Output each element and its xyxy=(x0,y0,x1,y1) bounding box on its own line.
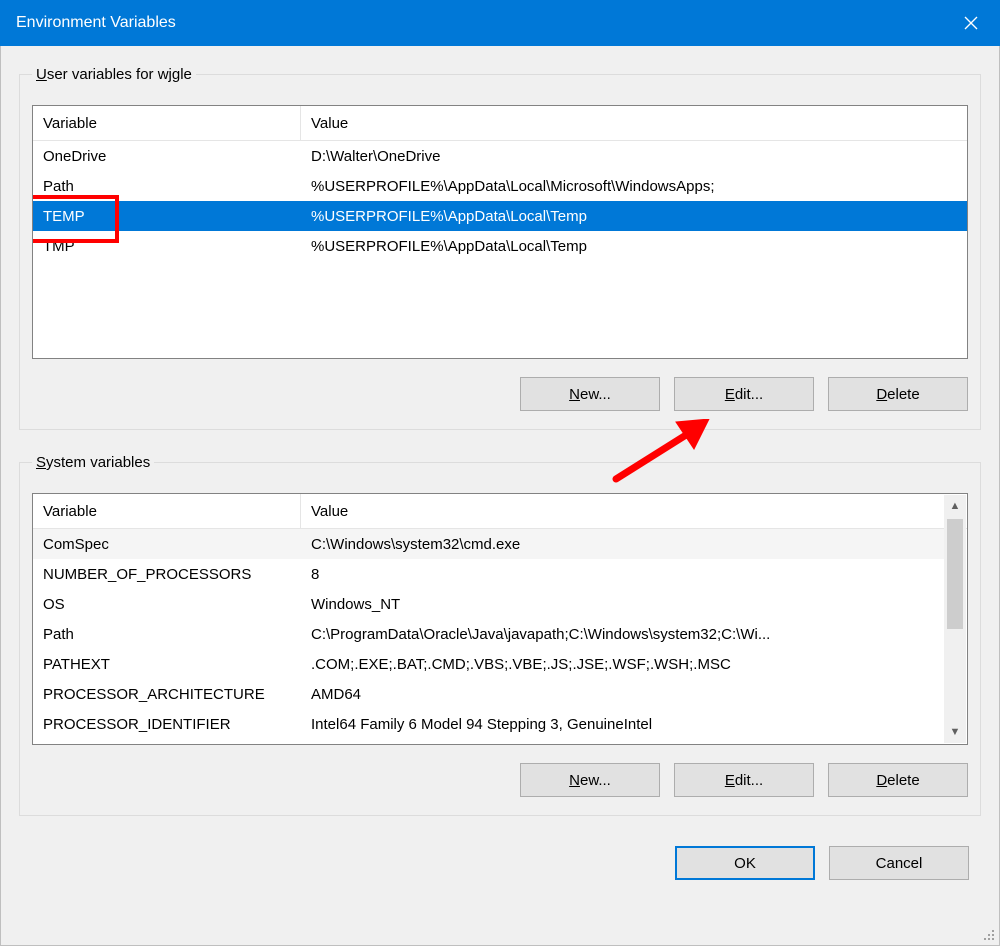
system-delete-button[interactable]: Delete xyxy=(828,763,968,797)
system-table-row[interactable]: PATHEXT.COM;.EXE;.BAT;.CMD;.VBS;.VBE;.JS… xyxy=(33,649,945,679)
system-row-variable: PROCESSOR_ARCHITECTURE xyxy=(33,686,301,703)
user-list-header: Variable Value xyxy=(33,106,967,141)
user-delete-button[interactable]: Delete xyxy=(828,377,968,411)
dialog-body: User variables for wjgle Variable Value … xyxy=(0,46,1000,946)
scroll-up-icon[interactable]: ▲ xyxy=(944,495,966,517)
system-row-value: Intel64 Family 6 Model 94 Stepping 3, Ge… xyxy=(301,716,945,733)
system-edit-button[interactable]: Edit... xyxy=(674,763,814,797)
window-title: Environment Variables xyxy=(16,14,176,32)
system-table-row[interactable]: PROCESSOR_ARCHITECTUREAMD64 xyxy=(33,679,945,709)
system-variables-legend: System variables xyxy=(32,454,154,471)
scroll-down-icon[interactable]: ▼ xyxy=(944,721,966,743)
user-row-variable: TEMP xyxy=(33,208,301,225)
system-row-variable: Path xyxy=(33,626,301,643)
system-table-row[interactable]: ComSpecC:\Windows\system32\cmd.exe xyxy=(33,529,945,559)
system-list-header: Variable Value xyxy=(33,494,967,529)
system-scrollbar[interactable]: ▲ ▼ xyxy=(944,495,966,743)
system-row-variable: PROCESSOR_IDENTIFIER xyxy=(33,716,301,733)
system-table-row[interactable]: OSWindows_NT xyxy=(33,589,945,619)
system-table-row[interactable]: PROCESSOR_IDENTIFIERIntel64 Family 6 Mod… xyxy=(33,709,945,739)
system-row-value: 8 xyxy=(301,566,945,583)
cancel-button[interactable]: Cancel xyxy=(829,846,969,880)
user-table-row[interactable]: Path%USERPROFILE%\AppData\Local\Microsof… xyxy=(33,171,967,201)
user-table-row[interactable]: TMP%USERPROFILE%\AppData\Local\Temp xyxy=(33,231,967,261)
system-new-button[interactable]: New... xyxy=(520,763,660,797)
user-row-value: D:\Walter\OneDrive xyxy=(301,148,967,165)
dialog-footer: OK Cancel xyxy=(19,846,981,880)
user-variables-list[interactable]: Variable Value OneDriveD:\Walter\OneDriv… xyxy=(32,105,968,359)
user-row-variable: Path xyxy=(33,178,301,195)
system-row-variable: ComSpec xyxy=(33,536,301,553)
user-row-value: %USERPROFILE%\AppData\Local\Temp xyxy=(301,208,967,225)
system-buttons-row: New... Edit... Delete xyxy=(32,763,968,797)
user-row-variable: OneDrive xyxy=(33,148,301,165)
system-row-variable: PATHEXT xyxy=(33,656,301,673)
close-button[interactable] xyxy=(942,0,1000,46)
system-variables-list[interactable]: Variable Value ComSpecC:\Windows\system3… xyxy=(32,493,968,745)
system-table-row[interactable]: NUMBER_OF_PROCESSORS8 xyxy=(33,559,945,589)
user-row-value: %USERPROFILE%\AppData\Local\Temp xyxy=(301,238,967,255)
user-col-value[interactable]: Value xyxy=(301,106,967,140)
system-row-variable: NUMBER_OF_PROCESSORS xyxy=(33,566,301,583)
system-variables-group: System variables Variable Value ComSpecC… xyxy=(19,454,981,816)
user-table-row[interactable]: TEMP%USERPROFILE%\AppData\Local\Temp xyxy=(33,201,967,231)
close-icon xyxy=(964,16,978,30)
user-variables-legend: User variables for wjgle xyxy=(32,66,196,83)
scroll-thumb[interactable] xyxy=(947,519,963,629)
user-edit-button[interactable]: Edit... xyxy=(674,377,814,411)
title-bar: Environment Variables xyxy=(0,0,1000,46)
user-table-row[interactable]: OneDriveD:\Walter\OneDrive xyxy=(33,141,967,171)
system-col-value[interactable]: Value xyxy=(301,494,967,528)
system-table-row[interactable]: PathC:\ProgramData\Oracle\Java\javapath;… xyxy=(33,619,945,649)
user-buttons-row: New... Edit... Delete xyxy=(32,377,968,411)
system-row-value: C:\Windows\system32\cmd.exe xyxy=(301,536,945,553)
user-row-value: %USERPROFILE%\AppData\Local\Microsoft\Wi… xyxy=(301,178,967,195)
system-row-value: Windows_NT xyxy=(301,596,945,613)
system-row-value: C:\ProgramData\Oracle\Java\javapath;C:\W… xyxy=(301,626,945,643)
system-row-value: AMD64 xyxy=(301,686,945,703)
system-col-variable[interactable]: Variable xyxy=(33,494,301,528)
system-row-variable: OS xyxy=(33,596,301,613)
user-variables-group: User variables for wjgle Variable Value … xyxy=(19,66,981,430)
ok-button[interactable]: OK xyxy=(675,846,815,880)
user-new-button[interactable]: New... xyxy=(520,377,660,411)
user-col-variable[interactable]: Variable xyxy=(33,106,301,140)
system-row-value: .COM;.EXE;.BAT;.CMD;.VBS;.VBE;.JS;.JSE;.… xyxy=(301,656,945,673)
user-row-variable: TMP xyxy=(33,238,301,255)
resize-grip-icon[interactable] xyxy=(980,926,996,942)
